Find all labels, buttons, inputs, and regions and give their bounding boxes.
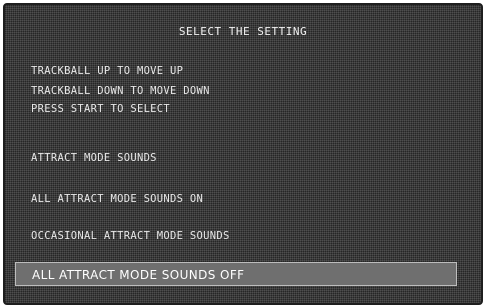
option-all-sounds-on[interactable]: ALL ATTRACT MODE SOUNDS ON — [31, 193, 203, 205]
setting-heading-attract-sounds: ATTRACT MODE SOUNDS — [31, 152, 157, 164]
instruction-trackball-down: TRACKBALL DOWN TO MOVE DOWN — [31, 85, 210, 97]
instruction-press-start: PRESS START TO SELECT — [31, 103, 171, 115]
option-occasional-sounds[interactable]: OCCASIONAL ATTRACT MODE SOUNDS — [31, 230, 230, 242]
game-settings-screen: SELECT THE SETTING TRACKBALL UP TO MOVE … — [3, 3, 483, 305]
settings-menu: TRACKBALL UP TO MOVE UP TRACKBALL DOWN T… — [5, 5, 481, 303]
option-all-sounds-off-selected[interactable]: ALL ATTRACT MODE SOUNDS OFF — [15, 262, 457, 286]
instruction-trackball-up: TRACKBALL UP TO MOVE UP — [31, 65, 184, 77]
